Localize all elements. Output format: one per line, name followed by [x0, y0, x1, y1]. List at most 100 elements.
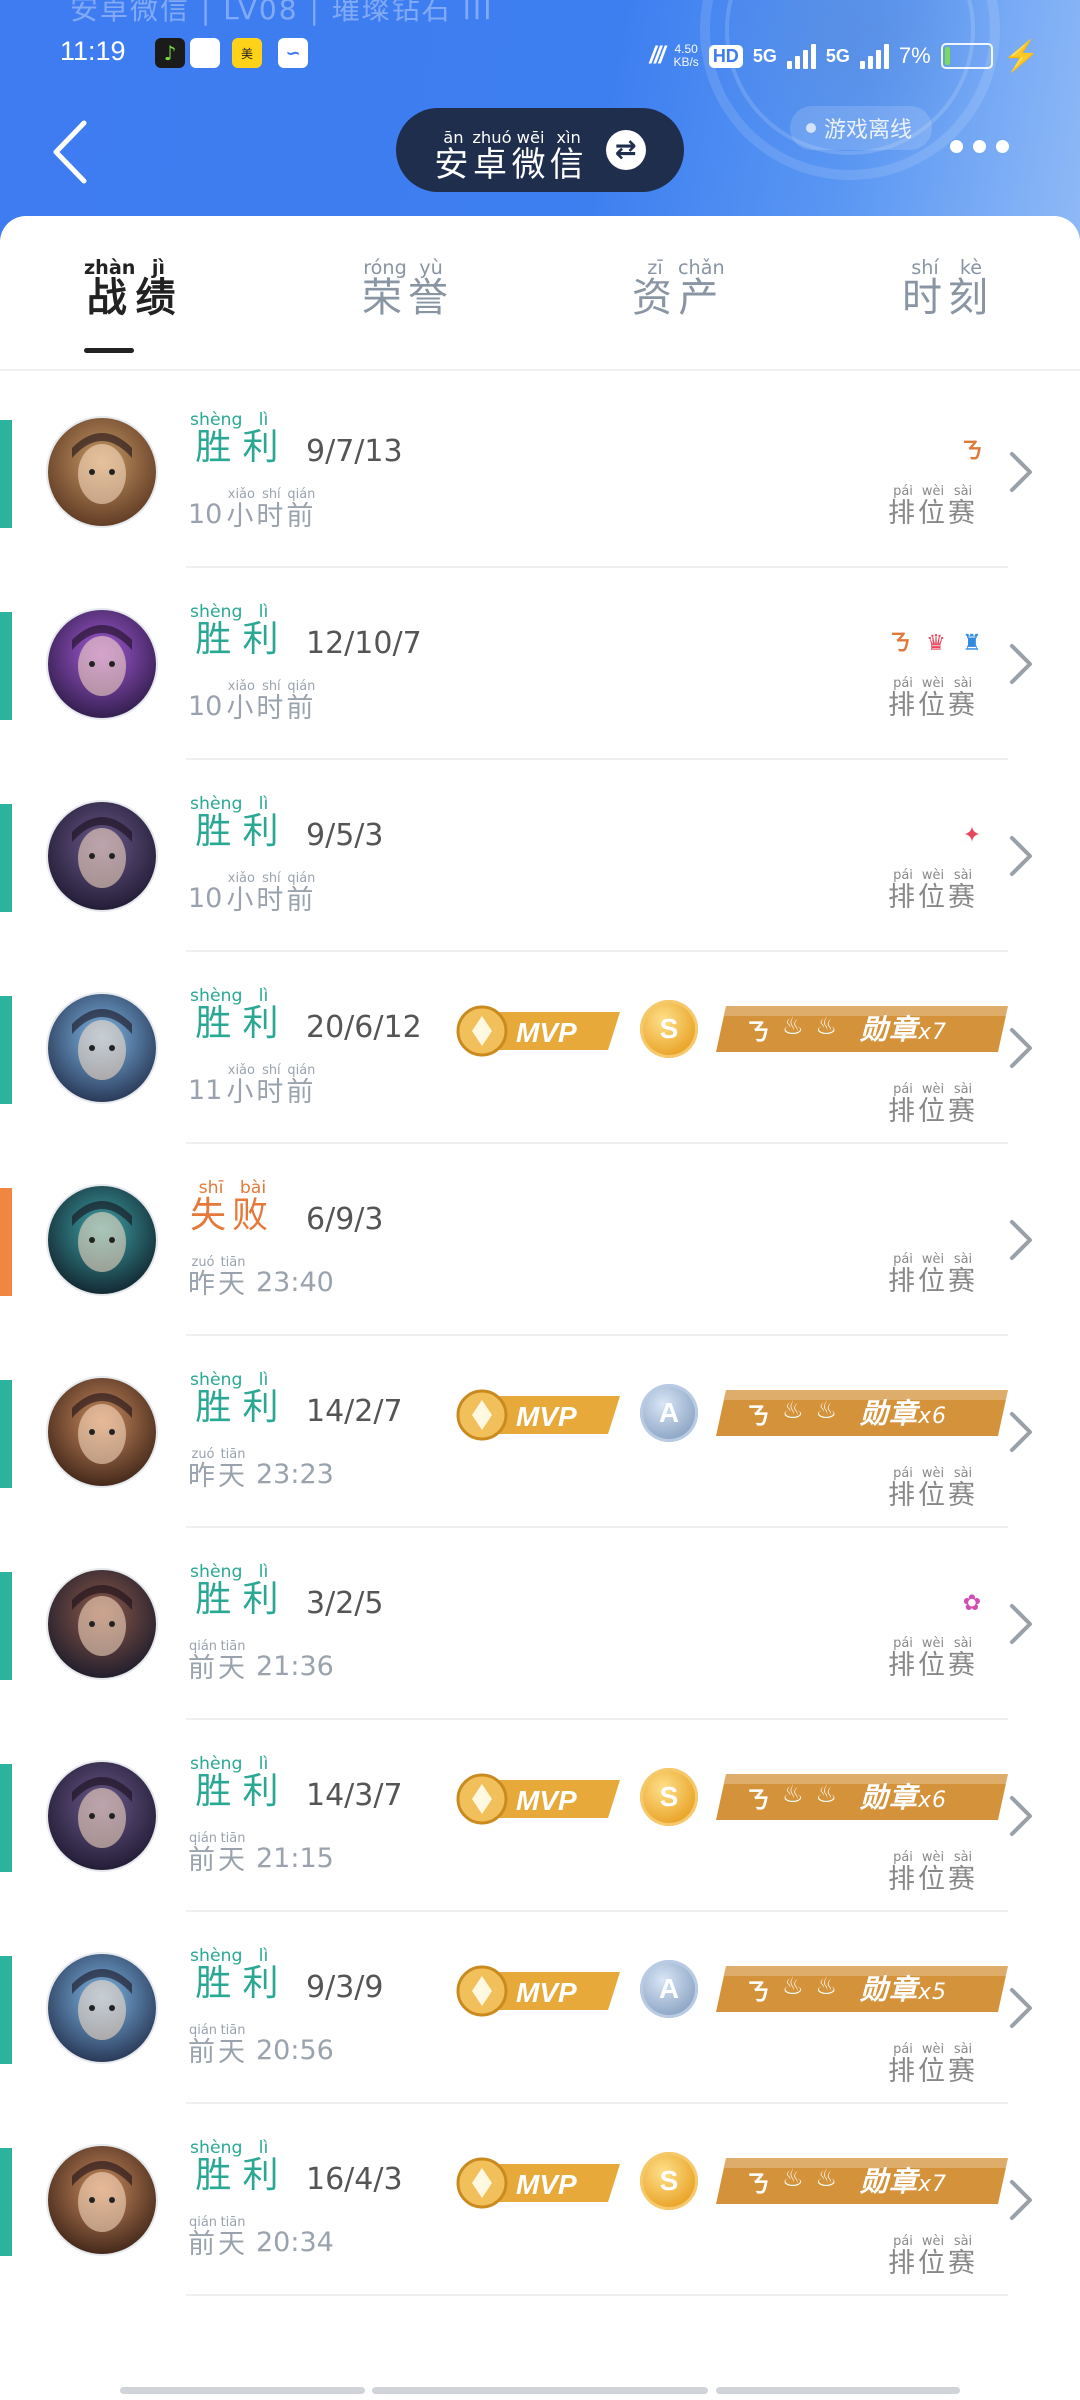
pinyin-annotation: wèi [921, 868, 945, 883]
hanzi: 前 [188, 2228, 218, 2260]
match-time: 10 xiǎo 小 shí 时 qián 前 [188, 487, 316, 530]
match-time: 10 xiǎo 小 shí 时 qián 前 [188, 679, 316, 724]
match-row[interactable]: shèng 胜 lì 利 16/4/3 qián 前 tiān 天 20:34 pái 排 wèi 位 sà… [0, 2104, 1080, 2296]
medal-count: x7 [918, 1020, 948, 1045]
account-switcher[interactable]: ān 安 zhuó 卓 wēi 微 xìn 信 ⇄ [396, 108, 684, 192]
match-row[interactable]: shèng 胜 lì 利 3/2/5 qián 前 tiān 天 21:36 pái 排 wèi 位 sài… [0, 1528, 1080, 1720]
kda-score: 16/4/3 [306, 2162, 403, 2197]
match-row[interactable]: shèng 胜 lì 利 20/6/12 11 xiǎo 小 shí 时 qián 前 pái 排 wèi 位… [0, 952, 1080, 1144]
hero-avatar[interactable] [48, 1570, 156, 1678]
hero-avatar[interactable] [48, 1762, 156, 1870]
match-clock-time: 20:56 [256, 2034, 334, 2066]
game-mode-char: wèi 位 [918, 2235, 948, 2277]
match-row[interactable]: shèng 胜 lì 利 12/10/7 10 xiǎo 小 shí 时 qián 前 pái 排 wèi 位… [0, 568, 1080, 760]
hero-avatar[interactable] [48, 610, 156, 718]
more-dot-icon [973, 140, 986, 153]
match-row[interactable]: shī 失 bài 败 6/9/3 zuó 昨 tiān 天 23:40 pái 排 wèi 位 sài 赛 [0, 1144, 1080, 1336]
result-label-char: lì 利 [242, 603, 284, 658]
match-result: shèng 胜 lì 利 [190, 603, 284, 658]
tab-record[interactable]: zhàn 战 jì 绩 [84, 258, 181, 353]
avatar-eye [89, 469, 95, 475]
hanzi: 天 [218, 1460, 248, 1492]
hanzi: 赛 [948, 2247, 978, 2279]
pinyin-annotation: wèi [921, 1636, 945, 1651]
hours-ago-char: xiǎo 小 [226, 1064, 256, 1106]
game-mode-char: pái 排 [888, 868, 918, 913]
hanzi: 排 [888, 1265, 918, 1297]
avatar-eye [109, 2005, 115, 2011]
hero-avatar[interactable] [48, 802, 156, 910]
medal-icon: ♨ [782, 1396, 804, 1424]
hero-avatar[interactable] [48, 1378, 156, 1486]
account-name-char: xìn 信 [550, 130, 588, 182]
hanzi: 时 [256, 692, 287, 724]
medal-icon: ㄋ [746, 1786, 770, 1814]
medal-icon: ㄋ [746, 1978, 770, 2006]
medal-icon: ♨ [815, 1012, 838, 1040]
pinyin-annotation: pái [893, 2234, 913, 2249]
tab-moments[interactable]: shí 时 kè 刻 [902, 258, 994, 348]
home-indicator-segment[interactable] [716, 2387, 960, 2394]
win-indicator-bar [0, 1380, 12, 1488]
pinyin-annotation: pái [893, 868, 913, 883]
avatar-face-shape [78, 828, 126, 888]
pinyin-annotation: qián [287, 487, 316, 502]
win-indicator-bar [0, 1956, 12, 2064]
hero-avatar[interactable] [48, 994, 156, 1102]
pinyin-annotation: qián [287, 679, 316, 694]
tab-label: zī 资 chǎn 产 [632, 258, 725, 318]
result-label-char: shèng 胜 [190, 1371, 242, 1426]
pinyin-annotation: wèi [921, 1252, 945, 1267]
hanzi: 小 [226, 884, 257, 916]
home-indicator-segment[interactable] [120, 2387, 365, 2394]
hero-portrait-icon [48, 1186, 156, 1294]
hanzi: 时 [902, 275, 948, 322]
medal-word: 勋章 [860, 1973, 919, 2006]
match-time: qián 前 tiān 天 21:36 [188, 1640, 334, 1682]
match-clock-time: 21:36 [256, 1650, 334, 1682]
achievement-badges: ㄋ ♛ ♜ [886, 616, 986, 672]
mvp-badge: MVP [456, 1005, 620, 1057]
hanzi: 资 [632, 275, 678, 322]
match-row[interactable]: shèng 胜 lì 利 9/7/13 10 xiǎo 小 shí 时 qián 前 pái 排 wèi 位 s… [0, 376, 1080, 568]
match-row[interactable]: shèng 胜 lì 利 9/5/3 10 xiǎo 小 shí 时 qián 前 pái 排 wèi 位 sà… [0, 760, 1080, 952]
mvp-badge: MVP [456, 1773, 620, 1825]
hanzi: 赛 [948, 2055, 978, 2087]
pinyin-annotation: sài [953, 1636, 973, 1651]
yesterday-char: tiān 天 [218, 1448, 248, 1492]
game-mode-char: wèi 位 [918, 485, 948, 527]
game-mode-label: pái 排 wèi 位 sài 赛 [888, 677, 978, 721]
match-row[interactable]: shèng 胜 lì 利 14/2/7 zuó 昨 tiān 天 23:23 pái 排 wèi 位 sài… [0, 1336, 1080, 1528]
hero-avatar[interactable] [48, 1954, 156, 2062]
match-row[interactable]: shèng 胜 lì 利 9/3/9 qián 前 tiān 天 20:56 pái 排 wèi 位 sài… [0, 1912, 1080, 2104]
hanzi: 排 [888, 881, 918, 913]
app-header: 安卓微信 | LV08 | 璀璨钻石 III 11:19 ♪ 美 ∽ /// 4… [0, 0, 1080, 240]
back-button[interactable] [40, 112, 100, 192]
result-label-char: shèng 胜 [190, 603, 242, 658]
medal-icons: ㄋ ♨ ♨ [746, 1396, 837, 1431]
win-indicator-bar [0, 1572, 12, 1680]
hanzi: 位 [918, 1649, 948, 1681]
match-row[interactable]: shèng 胜 lì 利 14/3/7 qián 前 tiān 天 21:15 pái 排 wèi 位 sà… [0, 1720, 1080, 1912]
tab-assets[interactable]: zī 资 chǎn 产 [632, 258, 725, 348]
hero-avatar[interactable] [48, 2146, 156, 2254]
game-mode-char: pái 排 [888, 677, 918, 719]
tab-label-char: chǎn 产 [678, 258, 725, 318]
match-result: shèng 胜 lì 利 [190, 411, 284, 466]
game-mode-label: pái 排 wèi 位 sài 赛 [888, 1467, 978, 1509]
hanzi: 赛 [948, 689, 978, 721]
game-mode-char: sài 赛 [948, 869, 978, 911]
home-indicator-segment[interactable] [372, 2387, 708, 2394]
medal-icon: ㄋ [746, 1018, 770, 1046]
more-button[interactable] [950, 140, 1009, 153]
hero-avatar[interactable] [48, 418, 156, 526]
medal-count-label: 勋章x6 [860, 1776, 947, 1816]
pinyin-annotation: xiǎo [227, 871, 255, 886]
signal-icon-1 [786, 43, 816, 69]
tab-honor[interactable]: róng 荣 yù 誉 [362, 258, 454, 348]
hero-avatar[interactable] [48, 1186, 156, 1294]
pinyin-annotation: tiān [220, 1255, 246, 1270]
game-mode-char: pái 排 [888, 2234, 918, 2277]
tab-label: zhàn 战 jì 绩 [84, 258, 181, 318]
match-result: shèng 胜 lì 利 [190, 1755, 284, 1810]
